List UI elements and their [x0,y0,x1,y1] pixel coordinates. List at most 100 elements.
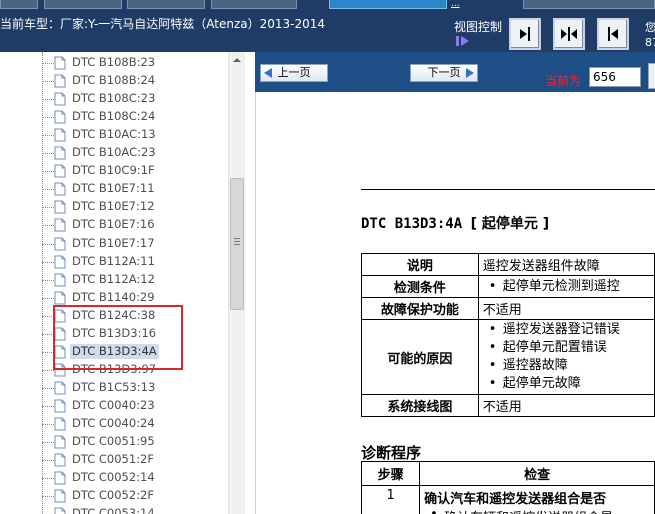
page-number-input[interactable]: 656 [589,67,641,87]
tree-guide-line [42,52,43,514]
tree-connector [42,117,54,119]
info-value-item: 起停单元检测到遥控 [483,278,650,296]
next-page-label: 下一页 [427,66,461,79]
info-value-text: 不适用 [482,303,522,318]
info-value-text: 不适用 [482,400,522,415]
tree-item-label: DTC B10C9:1F [72,163,155,178]
tree-item-label: DTC B10AC:13 [72,127,156,142]
top-tab-4[interactable] [211,0,297,9]
scroll-grip-icon [234,238,240,247]
info-value-item: 遥控器故障 [483,357,650,375]
tree-connector [42,189,54,191]
info-key: 检测条件 [361,275,479,298]
go-page-button[interactable] [648,63,655,89]
tree-connector [42,135,54,137]
top-tab-3[interactable] [127,0,205,9]
info-value: 遥控发送器登记错误起停单元配置错误遥控器故障起停单元故障 [477,319,655,395]
tree-item-label: DTC B10E7:17 [72,235,155,250]
app-window: ... 当前车型：厂家:Y-一汽马自达阿特兹（Atenza）2013-2014 … [0,0,655,514]
document-icon [54,381,66,395]
tree-item-label: DTC B1140:29 [72,289,155,304]
header-link[interactable]: ... [451,0,460,9]
edge-text-line-2: 87 [645,36,655,49]
info-value-item: 起停单元配置错误 [483,339,650,357]
top-tab-2[interactable] [44,0,122,9]
expand-left-button[interactable] [597,18,629,50]
tree-item-label: DTC B1C53:13 [72,379,156,394]
procedure-check-sub: 确认车辆和遥控发送器组合是 [424,507,650,514]
tree-connector [42,243,54,245]
info-value: 遥控发送器组件故障 [477,253,655,276]
info-table: 说明遥控发送器组件故障检测条件起停单元检测到遥控故障保护功能不适用可能的原因遥控… [361,253,655,417]
tree-item-label: DTC C0052:14 [72,470,155,485]
tree-item-label: DTC B112A:11 [72,253,155,268]
prev-page-label: 上一页 [277,66,311,79]
top-tab-1[interactable] [0,0,38,9]
procedure-header-cell: 检查 [419,461,655,486]
info-row: 故障保护功能 不适用 [361,297,655,320]
info-row: 可能的原因遥控发送器登记错误起停单元配置错误遥控器故障起停单元故障 [361,319,655,395]
document-icon [54,453,66,467]
highlight-annotation [53,305,183,370]
document-icon [54,417,66,431]
info-row: 系统接线图 不适用 [361,394,655,417]
document-icon [54,471,66,485]
tree-connector [42,424,54,425]
tree-connector [42,99,54,101]
document-icon [54,237,66,250]
document-icon [54,164,66,178]
info-value: 起停单元检测到遥控 [477,275,655,298]
tree-item-label: DTC C0040:23 [72,397,155,412]
document-icon [54,200,66,214]
tree-connector [42,207,54,209]
top-header: ... 当前车型：厂家:Y-一汽马自达阿特兹（Atenza）2013-2014 … [0,0,655,52]
tree-item-label: DTC C0051:95 [72,434,155,449]
prev-page-button[interactable]: 上一页 [260,64,328,82]
dtc-tree: DTC B108B:23 DTC B108B:24 DTC B108C:23 DTC … [0,52,228,514]
procedure-check: 确认汽车和遥控发送器组合是否确认车辆和遥控发送器组合是 [419,485,655,514]
tree-connector [42,442,54,444]
info-key: 系统接线图 [361,394,479,417]
tree-connector [42,478,54,480]
top-tab-5[interactable] [523,0,655,9]
tree-connector [42,460,54,462]
tree-connector [42,405,54,407]
title-rule [361,189,655,190]
info-value: 不适用 [477,297,655,320]
info-row: 检测条件起停单元检测到遥控 [361,275,655,298]
tree-item-label: DTC B10AC:23 [72,145,156,160]
doc-title-code: DTC B13D3:4A [361,216,463,232]
document-icon [54,507,66,514]
view-control-label: 视图控制 [454,20,503,34]
info-key: 故障保护功能 [361,297,479,320]
next-page-button[interactable]: 下一页 [410,64,478,82]
split-view-button[interactable] [553,18,585,50]
info-value-text: 遥控发送器组件故障 [482,259,600,274]
info-value: 不适用 [477,394,655,417]
tree-scrollbar[interactable] [228,52,245,514]
arrow-right-icon [466,68,474,78]
tree-item-label: DTC B10E7:16 [72,217,155,232]
tree-connector [42,387,54,389]
tree-item-label: DTC C0052:2F [72,488,154,503]
tree-connector [42,153,54,155]
edge-text-line-1: 您 [645,21,655,34]
current-page-label: 当前为 [545,74,582,88]
tree-connector [42,279,54,281]
document-icon [54,489,66,503]
document-icon [54,146,66,160]
expand-right-button[interactable] [509,18,541,50]
tree-connector [42,225,54,227]
info-key: 说明 [361,253,479,276]
tree-item-label: DTC C0051:2F [72,452,154,467]
tree-item-label: DTC B108B:23 [72,55,156,69]
top-tab-active[interactable] [329,0,447,9]
scroll-up-icon[interactable] [229,52,245,68]
arrow-right-bar-icon [520,27,530,41]
scroll-thumb[interactable] [230,178,244,310]
arrow-left-bar-icon [608,27,618,41]
procedure-header-row: 步骤 检查 [360,461,655,486]
procedure-row: 1确认汽车和遥控发送器组合是否确认车辆和遥控发送器组合是 [360,485,655,514]
tree-item-label: DTC B108B:24 [72,73,156,88]
document-icon [54,255,66,269]
